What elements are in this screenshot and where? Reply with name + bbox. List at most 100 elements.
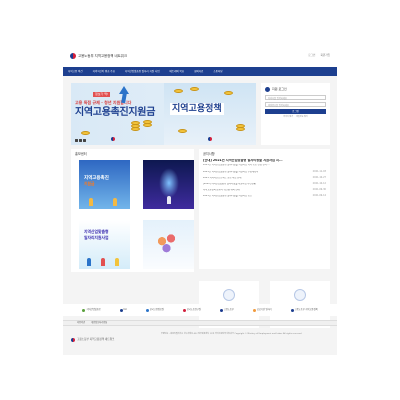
notice-row[interactable]: 2021년 지역산업맞춤형 일자리창출 지원사업 공고 2021-09-14 [203, 193, 326, 199]
nav-item-6[interactable]: 소통마당 [208, 70, 227, 73]
page: 고용노동부 지역고용정책 네트워크 로그인 회원가입 지역고용 여건 지역혁신이… [63, 45, 337, 355]
hero-title-right: 지역고용정책 [170, 103, 224, 115]
promo-tile[interactable] [143, 159, 194, 209]
person-icon [87, 257, 91, 266]
id-field[interactable]: 아이디를 입력하세요 [265, 95, 326, 100]
site-logo[interactable]: 고용노동부 지역고용정책 네트워크 [70, 53, 127, 59]
person-icon [113, 197, 117, 206]
emblem-icon [208, 137, 212, 141]
hero-title-left: 지역고용촉진지원금 [75, 107, 156, 118]
partner-link[interactable]: 한국고용정보원 [145, 307, 164, 312]
person-icon [115, 257, 119, 266]
promo-tile[interactable]: 지역고용촉진 지원금 [79, 159, 130, 209]
map-icon [294, 289, 306, 301]
hero-controls[interactable] [75, 139, 86, 142]
notice-feature-summary: 2021년 지역산업맞춤형 일자리창출 지원사업 지역 공모 선정 결과 ... [203, 163, 270, 166]
nav-item-2[interactable]: 지역혁신이 뭐죠 주요 [88, 70, 120, 73]
partner-name: 한국고용정보원 [149, 307, 164, 311]
footer-info: 우편번호 : 세종특별자치시 한누리대로 422 정부세종청사 11동 지역고용… [161, 333, 303, 335]
notice-row-date: 2021-09-14 [312, 194, 326, 198]
notice-board: 공지사항 [안내] 2021년 지역산업맞춤형 일자리창출 지원사업 지... … [199, 149, 330, 269]
header: 고용노동부 지역고용정책 네트워크 로그인 회원가입 [63, 45, 337, 67]
notice-row-title: 2021년 지역산업맞춤형 일자리창출 지원사업 수정계획서 [203, 171, 259, 174]
privacy-link[interactable]: 개인정보처리방침 [91, 321, 107, 325]
footer-logo: 고용노동부 지역고용정책 네트워크 [71, 338, 114, 342]
partner-name: 지역산업맞춤형 [86, 307, 101, 311]
emblem-icon [111, 137, 115, 141]
emblem-icon [70, 53, 76, 59]
partner-name: 고용노동부 지역고용정책 [294, 307, 318, 311]
prev-icon[interactable] [75, 139, 78, 142]
notice-row-date: 2021-09-30 [312, 188, 326, 192]
raised-hands-image [153, 229, 183, 258]
coin-icon [236, 124, 245, 128]
hero-slide-right[interactable]: 지역고용정책 [164, 83, 256, 145]
notice-feature-title[interactable]: [안내] 2021년 지역산업맞춤형 일자리창출 지원사업 지... [203, 159, 326, 163]
find-id-link[interactable]: 아이디 찾기 [283, 116, 293, 118]
nav-item-4[interactable]: 베트레의 목표 [165, 70, 190, 73]
promo-tile[interactable] [143, 219, 194, 269]
stage-image [159, 167, 179, 198]
password-field[interactable]: 비밀번호를 입력하세요 [265, 102, 326, 107]
partner-name: KLI [123, 307, 127, 311]
promo-grid: 지역고용촉진 지원금 지역산업맞춤형 일자리지원사업 [79, 159, 194, 269]
notice-row-title: [2021] 지역산업맞춤형 일자리창출 지원사업 추진현황 [203, 183, 256, 186]
partner-logo-icon [252, 308, 256, 312]
coin-icon [174, 89, 183, 93]
nav-item-5[interactable]: 회의자료 [189, 70, 208, 73]
partner-name: 공공기관 일자리 [256, 307, 272, 311]
partner-links: 지역산업맞춤형 KLI 한국고용정보원 한국노동연구원 고용노동부 공공기관 일… [63, 304, 337, 316]
footer-links: 이용약관 개인정보처리방침 [63, 320, 337, 326]
partner-logo-icon [219, 308, 223, 312]
partner-logo-icon [290, 308, 294, 312]
partner-link[interactable]: 공공기관 일자리 [252, 307, 272, 312]
tile-subtitle: 일자리지원사업 [84, 234, 109, 240]
coin-icon [81, 131, 90, 135]
partner-logo-icon [119, 308, 123, 312]
site-name: 고용노동부 지역고용정책 네트워크 [78, 53, 127, 58]
find-password-link[interactable]: 비밀번호 찾기 [296, 116, 308, 118]
partner-logo-icon [145, 308, 149, 312]
coin-icon [131, 121, 140, 125]
megaphone-icon [223, 289, 235, 301]
login-links: 아이디 찾기 비밀번호 찾기 [265, 116, 326, 118]
partner-link[interactable]: 한국노동연구원 [182, 308, 201, 312]
login-box: 지원 로그인 아이디를 입력하세요 비밀번호를 입력하세요 로그인 아이디 찾기… [261, 83, 330, 145]
partner-logo-icon [82, 308, 86, 312]
person-icon [89, 197, 93, 206]
tile-title: 지역산업맞춤형 [84, 228, 109, 234]
terms-link[interactable]: 이용약관 [77, 321, 85, 325]
nav-item-1[interactable]: 지역고용 여건 [63, 70, 88, 73]
notice-row-title: 지역고용정책 담당자 워크숍 개최 안내 [203, 189, 240, 192]
login-title: 지원 로그인 [265, 87, 326, 92]
notice-list: 2021년 지역산업맞춤형 일자리창출 지원사업 수정계획서 2021-11-0… [203, 169, 326, 199]
notice-title: 공지사항 [203, 152, 215, 156]
hero-slide-left[interactable]: 정보가 딱! 고용 독점 규제 · 청년 지원합니다 지역고용촉진지원금 [71, 83, 163, 145]
promo-tile[interactable]: 지역산업맞춤형 일자리지원사업 [79, 219, 130, 269]
notice-row-date: 2021-10-12 [312, 182, 326, 186]
partner-link[interactable]: KLI [119, 307, 127, 312]
partner-link[interactable]: 고용노동부 [219, 307, 234, 312]
person-icon [167, 195, 171, 204]
notice-row-date: 2021-11-03 [312, 170, 326, 174]
partner-link[interactable]: 고용노동부 지역고용정책 [290, 307, 318, 312]
login-link[interactable]: 로그인 [308, 54, 315, 57]
nav-item-3[interactable]: 지역산업맞춤형 일자리 지원 사업 [120, 70, 165, 73]
notice-row-title: 2021년 지역산업맞춤형 일자리창출 지원사업 공고 [203, 195, 252, 198]
login-title-text: 지원 로그인 [272, 86, 287, 91]
hero-banner[interactable]: 정보가 딱! 고용 독점 규제 · 청년 지원합니다 지역고용촉진지원금 지역고… [71, 83, 256, 145]
user-icon [265, 87, 270, 92]
partner-name: 고용노동부 [223, 307, 234, 311]
next-icon[interactable] [83, 139, 86, 142]
signup-link[interactable]: 회원가입 [320, 54, 330, 57]
pause-icon[interactable] [79, 139, 82, 142]
partner-link[interactable]: 지역산업맞춤형 [82, 307, 101, 312]
notice-row-date: 2021-10-27 [312, 176, 326, 180]
login-button[interactable]: 로그인 [265, 109, 326, 114]
coin-icon [143, 120, 152, 124]
partner-logo-icon [182, 308, 186, 312]
promo-center: 홍보센터 지역고용촉진 지원금 지역산업맞춤형 일자리지원사업 [71, 149, 194, 272]
footer: 고용노동부 지역고용정책 네트워크 우편번호 : 세종특별자치시 한누리대로 4… [63, 328, 337, 355]
coin-icon [224, 91, 233, 95]
coin-icon [190, 87, 199, 91]
